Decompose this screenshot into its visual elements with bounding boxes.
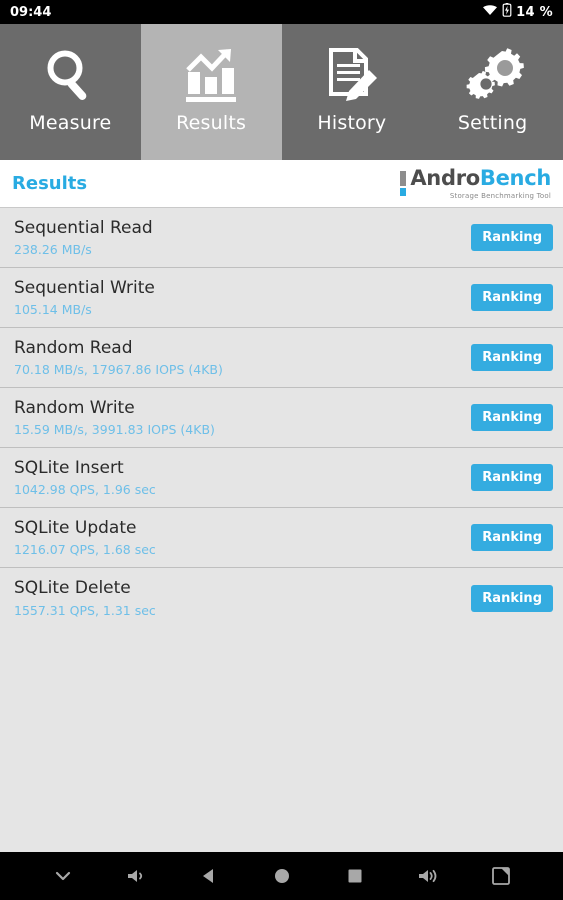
- status-indicators: 14 %: [482, 3, 553, 21]
- battery-percent-label: 14 %: [516, 4, 553, 20]
- fullscreen-icon[interactable]: [481, 856, 521, 896]
- row-text: Random Read 70.18 MB/s, 17967.86 IOPS (4…: [14, 338, 223, 377]
- table-row[interactable]: SQLite Insert 1042.98 QPS, 1.96 sec Rank…: [0, 448, 563, 508]
- logo-tagline: Storage Benchmarking Tool: [449, 191, 551, 200]
- row-value: 15.59 MB/s, 3991.83 IOPS (4KB): [14, 422, 215, 438]
- recents-icon[interactable]: [335, 856, 375, 896]
- row-title: SQLite Update: [14, 517, 137, 538]
- row-value: 105.14 MB/s: [14, 302, 92, 318]
- chevron-down-icon[interactable]: [43, 856, 83, 896]
- table-row[interactable]: Random Read 70.18 MB/s, 17967.86 IOPS (4…: [0, 328, 563, 388]
- row-title: SQLite Delete: [14, 578, 131, 599]
- row-value: 238.26 MB/s: [14, 242, 92, 258]
- page-title: Results: [12, 173, 88, 194]
- logo-name-part2: Bench: [479, 165, 551, 190]
- document-pencil-icon: [321, 44, 383, 106]
- row-text: SQLite Delete 1557.31 QPS, 1.31 sec: [14, 578, 156, 617]
- row-text: SQLite Insert 1042.98 QPS, 1.96 sec: [14, 458, 156, 497]
- system-navigation-bar: [0, 852, 563, 900]
- row-text: Sequential Write 105.14 MB/s: [14, 278, 155, 317]
- androbench-logo: AndroBench Storage Benchmarking Tool: [400, 165, 551, 200]
- home-icon[interactable]: [262, 856, 302, 896]
- gears-icon: [462, 44, 524, 106]
- wifi-icon: [482, 4, 498, 20]
- magnifier-icon: [39, 44, 101, 106]
- tab-measure-label: Measure: [29, 112, 112, 134]
- tab-setting[interactable]: Setting: [422, 24, 563, 160]
- ranking-button[interactable]: Ranking: [471, 284, 553, 311]
- ranking-button[interactable]: Ranking: [471, 584, 553, 612]
- tab-setting-label: Setting: [457, 112, 528, 134]
- ranking-button[interactable]: Ranking: [471, 224, 553, 251]
- row-text: Sequential Read 238.26 MB/s: [14, 218, 153, 257]
- tab-history[interactable]: History: [281, 24, 423, 160]
- table-row[interactable]: SQLite Update 1216.07 QPS, 1.68 sec Rank…: [0, 508, 563, 568]
- back-icon[interactable]: [189, 856, 229, 896]
- results-list: Sequential Read 238.26 MB/s Ranking Sequ…: [0, 208, 563, 852]
- row-value: 1216.07 QPS, 1.68 sec: [14, 542, 156, 558]
- row-title: Sequential Read: [14, 217, 153, 238]
- volume-up-icon[interactable]: [408, 856, 448, 896]
- status-bar: 09:44 14 %: [0, 0, 563, 24]
- ranking-button[interactable]: Ranking: [471, 344, 553, 371]
- row-value: 1557.31 QPS, 1.31 sec: [14, 602, 156, 618]
- logo-wordmark: AndroBench: [410, 165, 551, 190]
- logo-name-part1: Andro: [410, 165, 480, 190]
- tab-results-label: Results: [176, 112, 247, 134]
- row-title: SQLite Insert: [14, 457, 124, 478]
- ranking-button[interactable]: Ranking: [471, 524, 553, 551]
- battery-charging-icon: [502, 3, 512, 21]
- row-title: Random Read: [14, 337, 133, 358]
- tab-measure[interactable]: Measure: [0, 24, 141, 160]
- status-clock: 09:44: [10, 4, 52, 20]
- row-title: Sequential Write: [14, 277, 155, 298]
- tab-history-label: History: [317, 112, 387, 134]
- logo-bars-icon: [400, 168, 407, 196]
- ranking-button[interactable]: Ranking: [471, 404, 553, 431]
- table-row[interactable]: SQLite Delete 1557.31 QPS, 1.31 sec Rank…: [0, 568, 563, 628]
- app-root: 09:44 14 % Measure Results History Setti…: [0, 0, 563, 900]
- ranking-button[interactable]: Ranking: [471, 464, 553, 491]
- table-row[interactable]: Sequential Read 238.26 MB/s Ranking: [0, 208, 563, 268]
- table-row[interactable]: Sequential Write 105.14 MB/s Ranking: [0, 268, 563, 328]
- row-text: SQLite Update 1216.07 QPS, 1.68 sec: [14, 518, 156, 557]
- tab-results[interactable]: Results: [140, 24, 282, 160]
- bar-chart-arrow-icon: [180, 44, 242, 106]
- row-text: Random Write 15.59 MB/s, 3991.83 IOPS (4…: [14, 398, 215, 437]
- page-header: Results AndroBench Storage Benchmarking …: [0, 160, 563, 208]
- logo-text: AndroBench Storage Benchmarking Tool: [410, 165, 551, 200]
- row-value: 1042.98 QPS, 1.96 sec: [14, 482, 156, 498]
- row-title: Random Write: [14, 397, 135, 418]
- row-value: 70.18 MB/s, 17967.86 IOPS (4KB): [14, 362, 223, 378]
- main-tab-bar: Measure Results History Setting: [0, 24, 563, 160]
- table-row[interactable]: Random Write 15.59 MB/s, 3991.83 IOPS (4…: [0, 388, 563, 448]
- volume-down-icon[interactable]: [116, 856, 156, 896]
